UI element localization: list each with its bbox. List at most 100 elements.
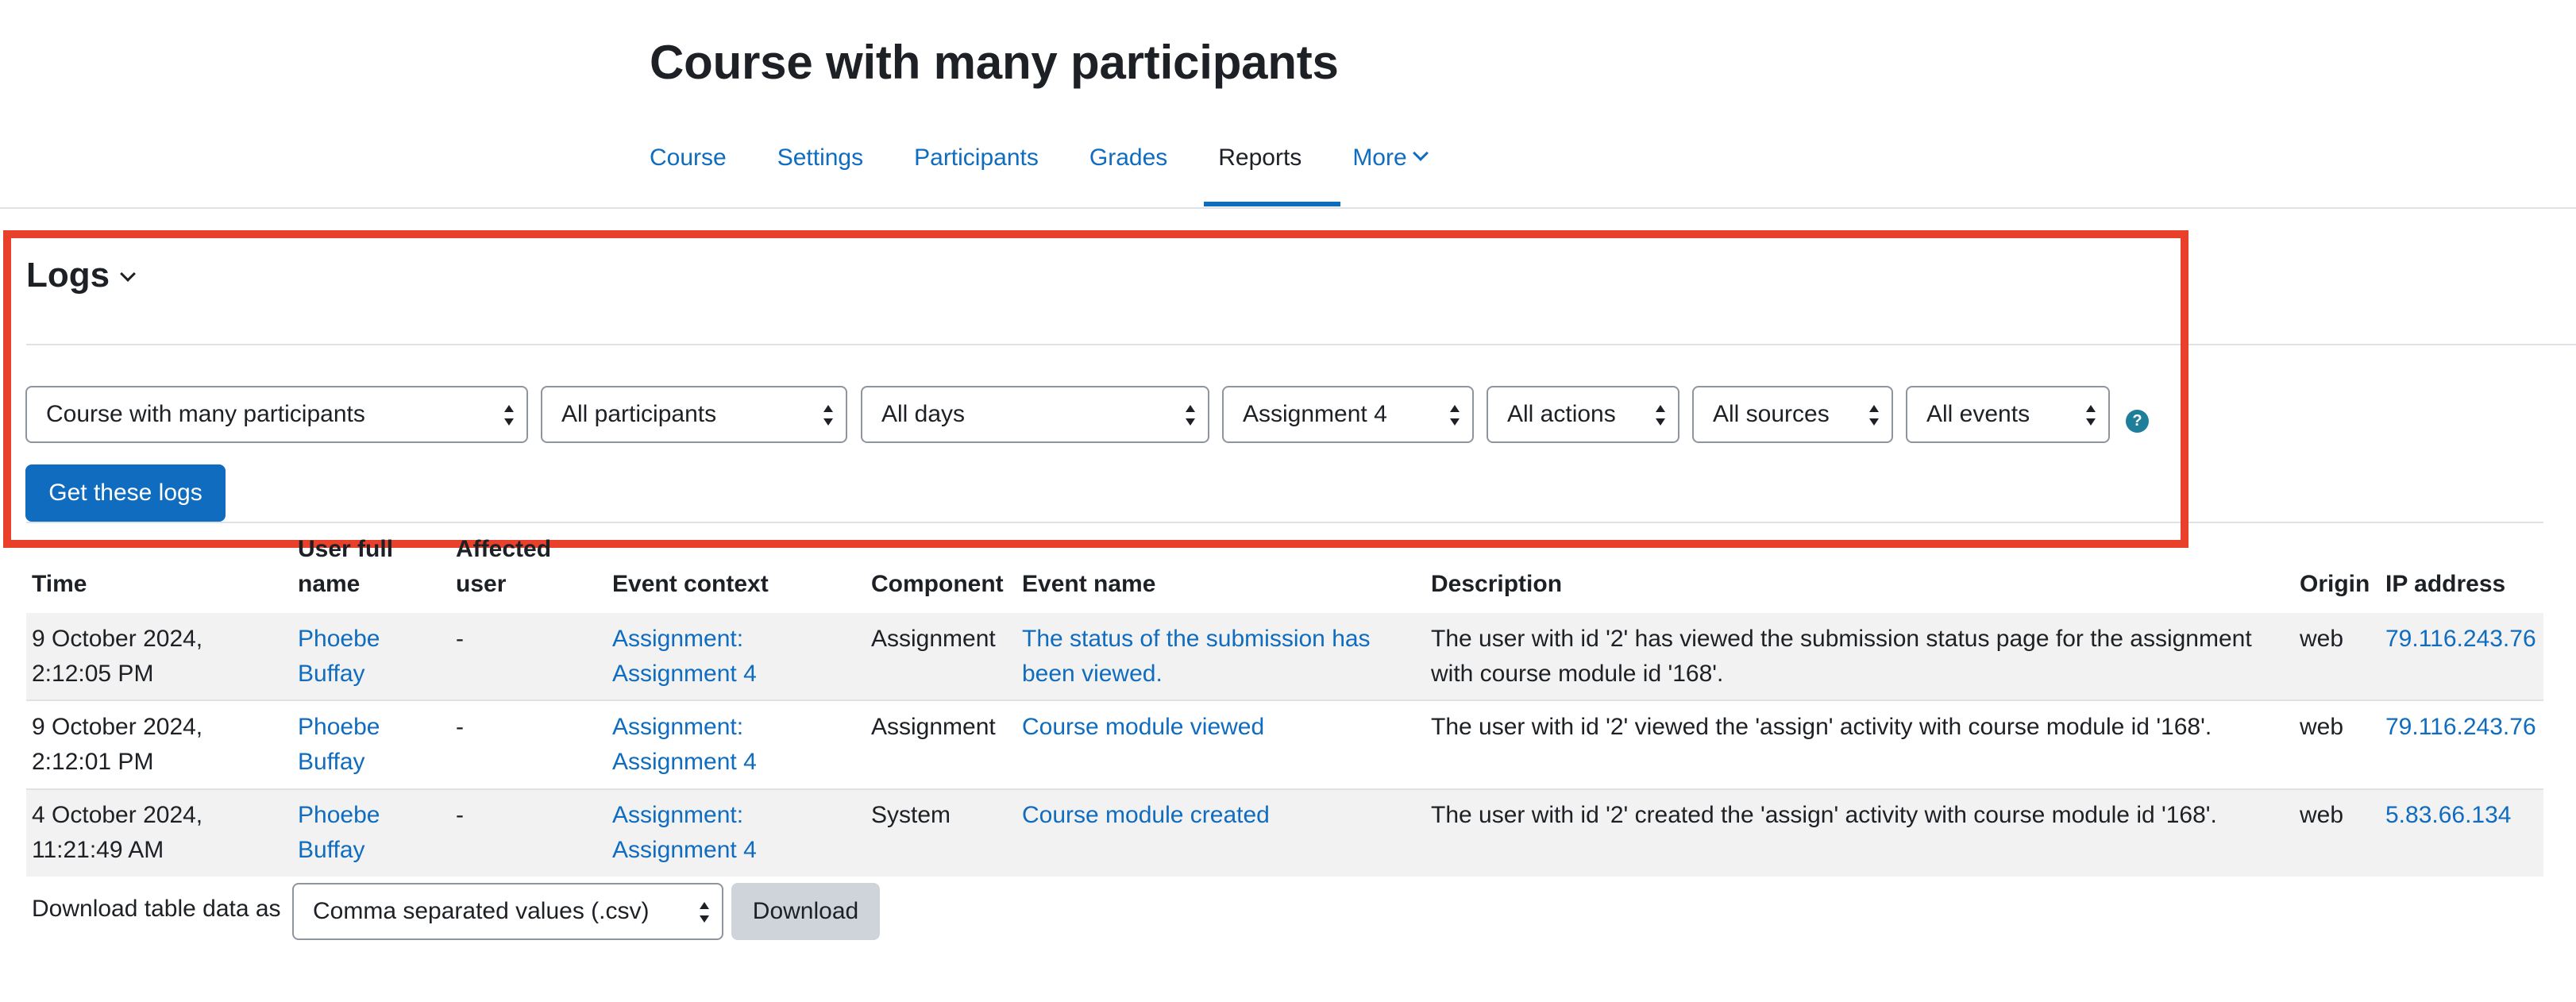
select-caret-icon xyxy=(504,405,514,426)
download-format-select[interactable]: Comma separated values (.csv) xyxy=(292,883,723,940)
select-caret-icon xyxy=(1186,405,1195,426)
logs-heading[interactable]: Logs xyxy=(26,256,137,295)
tab-settings[interactable]: Settings xyxy=(777,119,863,183)
column-header-time: Time xyxy=(32,571,87,597)
tab-grades-label: Grades xyxy=(1089,145,1168,171)
event-context-link[interactable]: Assignment 4 xyxy=(612,833,757,868)
tab-reports[interactable]: Reports xyxy=(1218,119,1301,183)
column-header-component: Component xyxy=(871,571,1004,597)
cell-origin: web xyxy=(2300,626,2344,652)
sources-select[interactable]: All sources xyxy=(1692,386,1893,443)
actions-select[interactable]: All actions xyxy=(1487,386,1679,443)
question-icon[interactable]: ? xyxy=(2126,410,2149,433)
download-format-value: Comma separated values (.csv) xyxy=(313,898,650,924)
ip-address-link[interactable]: 79.116.243.76 xyxy=(2385,710,2536,745)
tab-more[interactable]: More xyxy=(1352,119,1429,183)
cell-time: 9 October 2024, xyxy=(32,714,203,740)
cell-origin: web xyxy=(2300,714,2344,740)
event-context-link[interactable]: Assignment: xyxy=(612,798,743,833)
cell-component: Assignment xyxy=(871,626,996,652)
ip-address-link[interactable]: 5.83.66.134 xyxy=(2385,798,2511,833)
cell-description: The user with id '2' created the 'assign… xyxy=(1431,802,2217,828)
user-link[interactable]: Phoebe xyxy=(298,622,380,657)
select-caret-icon xyxy=(1869,405,1879,426)
select-caret-icon xyxy=(1656,405,1665,426)
column-header-affected-user: user xyxy=(456,571,507,597)
column-header-description: Description xyxy=(1431,571,1563,597)
divider xyxy=(26,522,2543,523)
cell-time: 2:12:01 PM xyxy=(32,749,154,775)
cell-affected-user: - xyxy=(456,626,464,652)
cell-component: Assignment xyxy=(871,714,996,740)
events-select-value: All events xyxy=(1926,401,2030,427)
tab-reports-label: Reports xyxy=(1218,145,1302,171)
cell-time: 11:21:49 AM xyxy=(32,837,164,863)
column-header-user-full-name: name xyxy=(298,571,361,597)
events-select[interactable]: All events xyxy=(1906,386,2110,443)
column-header-ip-address: IP address xyxy=(2385,571,2506,597)
user-link[interactable]: Phoebe xyxy=(298,710,380,745)
days-select[interactable]: All days xyxy=(861,386,1209,443)
event-name-link[interactable]: Course module created xyxy=(1022,798,1270,833)
chevron-down-icon xyxy=(120,266,137,282)
page-title: Course with many participants xyxy=(650,36,1339,89)
actions-select-value: All actions xyxy=(1507,401,1616,427)
ip-address-link[interactable]: 79.116.243.76 xyxy=(2385,622,2536,657)
cell-component: System xyxy=(871,802,951,828)
download-label: Download table data as xyxy=(32,896,281,922)
cell-description: The user with id '2' viewed the 'assign'… xyxy=(1431,714,2212,740)
event-context-link[interactable]: Assignment 4 xyxy=(612,657,757,692)
days-select-value: All days xyxy=(881,401,966,427)
user-link[interactable]: Buffay xyxy=(298,745,365,780)
cell-affected-user: - xyxy=(456,802,464,828)
tab-grades[interactable]: Grades xyxy=(1089,119,1167,183)
tab-settings-label: Settings xyxy=(777,145,864,171)
user-link[interactable]: Phoebe xyxy=(298,798,380,833)
cell-origin: web xyxy=(2300,802,2344,828)
event-name-link[interactable]: Course module viewed xyxy=(1022,710,1264,745)
tab-more-label: More xyxy=(1352,145,1407,171)
column-header-event-context: Event context xyxy=(612,571,769,597)
cell-time: 9 October 2024, xyxy=(32,626,203,652)
secondary-navigation: Course Settings Participants Grades Repo… xyxy=(650,119,1477,208)
select-caret-icon xyxy=(823,405,833,426)
sources-select-value: All sources xyxy=(1713,401,1830,427)
tab-course-label: Course xyxy=(650,145,727,171)
get-these-logs-button[interactable]: Get these logs xyxy=(25,464,226,522)
select-caret-icon xyxy=(700,902,709,923)
select-caret-icon xyxy=(2086,405,2096,426)
row-divider xyxy=(26,699,2543,701)
column-header-origin: Origin xyxy=(2300,571,2370,597)
participants-select-value: All participants xyxy=(561,401,717,427)
tab-course[interactable]: Course xyxy=(650,119,727,183)
event-context-link[interactable]: Assignment 4 xyxy=(612,745,757,780)
event-name-link[interactable]: been viewed. xyxy=(1022,657,1163,692)
column-header-event-name: Event name xyxy=(1022,571,1156,597)
activity-select[interactable]: Assignment 4 xyxy=(1222,386,1474,443)
divider xyxy=(26,344,2576,345)
event-context-link[interactable]: Assignment: xyxy=(612,710,743,745)
tab-participants-label: Participants xyxy=(914,145,1039,171)
cell-time: 2:12:05 PM xyxy=(32,661,154,687)
download-button[interactable]: Download xyxy=(731,883,880,940)
cell-description: The user with id '2' has viewed the subm… xyxy=(1431,626,2252,652)
course-select-value: Course with many participants xyxy=(46,401,365,427)
nav-divider xyxy=(0,207,2576,209)
cell-description: with course module id '168'. xyxy=(1431,661,1724,687)
event-name-link[interactable]: The status of the submission has xyxy=(1022,622,1371,657)
active-tab-indicator xyxy=(1204,202,1340,206)
logs-heading-label: Logs xyxy=(26,256,110,295)
tab-participants[interactable]: Participants xyxy=(914,119,1039,183)
cell-affected-user: - xyxy=(456,714,464,740)
user-link[interactable]: Buffay xyxy=(298,657,365,692)
participants-select[interactable]: All participants xyxy=(541,386,847,443)
event-context-link[interactable]: Assignment: xyxy=(612,622,743,657)
column-header-affected-user: Affected xyxy=(456,536,552,562)
chevron-down-icon xyxy=(1412,145,1429,161)
activity-select-value: Assignment 4 xyxy=(1243,401,1387,427)
select-caret-icon xyxy=(1450,405,1460,426)
course-select[interactable]: Course with many participants xyxy=(25,386,528,443)
cell-time: 4 October 2024, xyxy=(32,802,203,828)
column-header-user-full-name: User full xyxy=(298,536,394,562)
user-link[interactable]: Buffay xyxy=(298,833,365,868)
